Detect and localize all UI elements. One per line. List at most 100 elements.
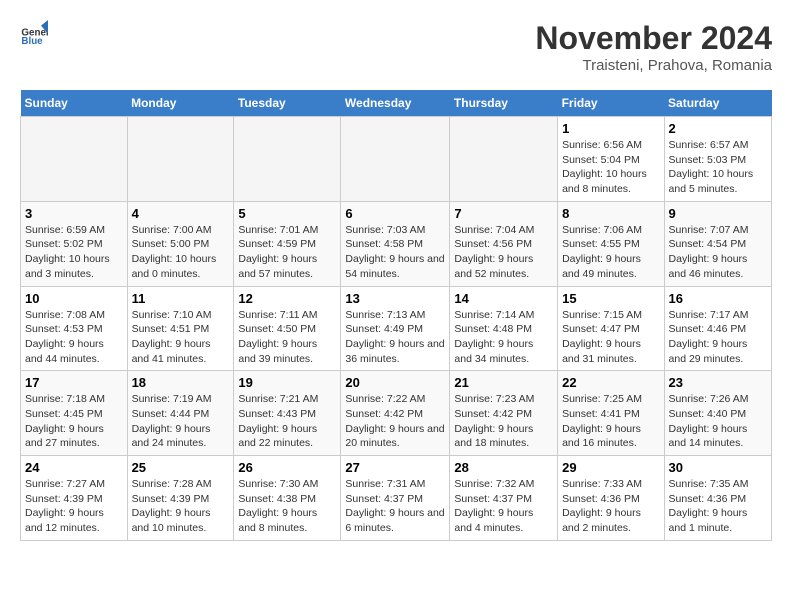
day-info: Sunrise: 7:15 AM Sunset: 4:47 PM Dayligh…: [562, 308, 659, 367]
calendar-day-cell: 11 Sunrise: 7:10 AM Sunset: 4:51 PM Dayli…: [127, 286, 234, 371]
day-info: Sunrise: 7:19 AM Sunset: 4:44 PM Dayligh…: [132, 392, 230, 451]
day-number: 13: [345, 291, 445, 306]
calendar-day-cell: 13 Sunrise: 7:13 AM Sunset: 4:49 PM Dayli…: [341, 286, 450, 371]
day-number: 8: [562, 206, 659, 221]
calendar-day-cell: 29 Sunrise: 7:33 AM Sunset: 4:36 PM Dayli…: [558, 456, 664, 541]
day-number: 9: [669, 206, 767, 221]
calendar-day-cell: 22Sunrise: 7:25 AM Sunset: 4:41 PM Dayli…: [558, 371, 664, 456]
day-info: Sunrise: 7:07 AM Sunset: 4:54 PM Dayligh…: [669, 223, 767, 282]
calendar-day-cell: [341, 117, 450, 202]
logo: General Blue: [20, 20, 48, 48]
day-number: 17: [25, 375, 123, 390]
day-of-week-header: Thursday: [450, 90, 558, 117]
calendar-day-cell: 21 Sunrise: 7:23 AM Sunset: 4:42 PM Dayli…: [450, 371, 558, 456]
day-number: 29: [562, 460, 659, 475]
day-info: Sunrise: 6:59 AM Sunset: 5:02 PM Dayligh…: [25, 223, 123, 282]
day-info: Sunrise: 7:00 AM Sunset: 5:00 PM Dayligh…: [132, 223, 230, 282]
calendar-week-row: 24Sunrise: 7:27 AM Sunset: 4:39 PM Dayli…: [21, 456, 772, 541]
day-info: Sunrise: 7:14 AM Sunset: 4:48 PM Dayligh…: [454, 308, 553, 367]
logo-icon: General Blue: [20, 20, 48, 48]
calendar-day-cell: 8 Sunrise: 7:06 AM Sunset: 4:55 PM Daylig…: [558, 201, 664, 286]
day-number: 12: [238, 291, 336, 306]
calendar-day-cell: 10 Sunrise: 7:08 AM Sunset: 4:53 PM Dayli…: [21, 286, 128, 371]
day-info: Sunrise: 7:03 AM Sunset: 4:58 PM Dayligh…: [345, 223, 445, 282]
calendar-day-cell: 25Sunrise: 7:28 AM Sunset: 4:39 PM Dayli…: [127, 456, 234, 541]
day-info: Sunrise: 7:18 AM Sunset: 4:45 PM Dayligh…: [25, 392, 123, 451]
day-info: Sunrise: 7:35 AM Sunset: 4:36 PM Dayligh…: [669, 477, 767, 536]
day-info: Sunrise: 7:10 AM Sunset: 4:51 PM Dayligh…: [132, 308, 230, 367]
day-number: 3: [25, 206, 123, 221]
calendar-week-row: 1Sunrise: 6:56 AM Sunset: 5:04 PM Daylig…: [21, 117, 772, 202]
day-info: Sunrise: 6:57 AM Sunset: 5:03 PM Dayligh…: [669, 138, 767, 197]
day-of-week-header: Wednesday: [341, 90, 450, 117]
day-info: Sunrise: 7:06 AM Sunset: 4:55 PM Dayligh…: [562, 223, 659, 282]
day-info: Sunrise: 7:33 AM Sunset: 4:36 PM Dayligh…: [562, 477, 659, 536]
day-of-week-header: Saturday: [664, 90, 771, 117]
calendar-day-cell: 14Sunrise: 7:14 AM Sunset: 4:48 PM Dayli…: [450, 286, 558, 371]
day-info: Sunrise: 7:23 AM Sunset: 4:42 PM Dayligh…: [454, 392, 553, 451]
calendar-day-cell: 4 Sunrise: 7:00 AM Sunset: 5:00 PM Daylig…: [127, 201, 234, 286]
calendar-day-cell: 20 Sunrise: 7:22 AM Sunset: 4:42 PM Dayli…: [341, 371, 450, 456]
day-info: Sunrise: 7:17 AM Sunset: 4:46 PM Dayligh…: [669, 308, 767, 367]
day-info: Sunrise: 7:22 AM Sunset: 4:42 PM Dayligh…: [345, 392, 445, 451]
day-info: Sunrise: 7:11 AM Sunset: 4:50 PM Dayligh…: [238, 308, 336, 367]
day-number: 21: [454, 375, 553, 390]
day-info: Sunrise: 7:13 AM Sunset: 4:49 PM Dayligh…: [345, 308, 445, 367]
day-info: Sunrise: 7:32 AM Sunset: 4:37 PM Dayligh…: [454, 477, 553, 536]
calendar-day-cell: 1Sunrise: 6:56 AM Sunset: 5:04 PM Daylig…: [558, 117, 664, 202]
day-number: 5: [238, 206, 336, 221]
calendar-week-row: 17 Sunrise: 7:18 AM Sunset: 4:45 PM Dayli…: [21, 371, 772, 456]
calendar-day-cell: 26Sunrise: 7:30 AM Sunset: 4:38 PM Dayli…: [234, 456, 341, 541]
calendar-week-row: 10 Sunrise: 7:08 AM Sunset: 4:53 PM Dayli…: [21, 286, 772, 371]
svg-text:Blue: Blue: [21, 36, 43, 47]
calendar-table: SundayMondayTuesdayWednesdayThursdayFrid…: [20, 90, 772, 541]
day-info: Sunrise: 7:04 AM Sunset: 4:56 PM Dayligh…: [454, 223, 553, 282]
day-of-week-header: Monday: [127, 90, 234, 117]
month-title: November 2024: [535, 20, 772, 57]
calendar-week-row: 3 Sunrise: 6:59 AM Sunset: 5:02 PM Daylig…: [21, 201, 772, 286]
day-info: Sunrise: 7:31 AM Sunset: 4:37 PM Dayligh…: [345, 477, 445, 536]
calendar-day-cell: 16 Sunrise: 7:17 AM Sunset: 4:46 PM Dayli…: [664, 286, 771, 371]
calendar-day-cell: 2 Sunrise: 6:57 AM Sunset: 5:03 PM Daylig…: [664, 117, 771, 202]
calendar-day-cell: 3 Sunrise: 6:59 AM Sunset: 5:02 PM Daylig…: [21, 201, 128, 286]
day-number: 20: [345, 375, 445, 390]
day-number: 24: [25, 460, 123, 475]
calendar-day-cell: 24Sunrise: 7:27 AM Sunset: 4:39 PM Dayli…: [21, 456, 128, 541]
calendar-day-cell: 5 Sunrise: 7:01 AM Sunset: 4:59 PM Daylig…: [234, 201, 341, 286]
day-number: 28: [454, 460, 553, 475]
calendar-day-cell: 27Sunrise: 7:31 AM Sunset: 4:37 PM Dayli…: [341, 456, 450, 541]
day-info: Sunrise: 7:26 AM Sunset: 4:40 PM Dayligh…: [669, 392, 767, 451]
title-area: November 2024 Traisteni, Prahova, Romani…: [535, 20, 772, 74]
day-info: Sunrise: 7:21 AM Sunset: 4:43 PM Dayligh…: [238, 392, 336, 451]
calendar-day-cell: 23 Sunrise: 7:26 AM Sunset: 4:40 PM Dayli…: [664, 371, 771, 456]
calendar-day-cell: 28 Sunrise: 7:32 AM Sunset: 4:37 PM Dayli…: [450, 456, 558, 541]
day-number: 22: [562, 375, 659, 390]
day-number: 19: [238, 375, 336, 390]
day-number: 16: [669, 291, 767, 306]
day-of-week-header: Tuesday: [234, 90, 341, 117]
calendar-day-cell: 9 Sunrise: 7:07 AM Sunset: 4:54 PM Daylig…: [664, 201, 771, 286]
calendar-day-cell: 7Sunrise: 7:04 AM Sunset: 4:56 PM Daylig…: [450, 201, 558, 286]
day-number: 4: [132, 206, 230, 221]
calendar-day-cell: 6 Sunrise: 7:03 AM Sunset: 4:58 PM Daylig…: [341, 201, 450, 286]
day-of-week-header: Sunday: [21, 90, 128, 117]
day-of-week-header: Friday: [558, 90, 664, 117]
day-number: 6: [345, 206, 445, 221]
day-number: 10: [25, 291, 123, 306]
day-info: Sunrise: 6:56 AM Sunset: 5:04 PM Dayligh…: [562, 138, 659, 197]
calendar-day-cell: 12 Sunrise: 7:11 AM Sunset: 4:50 PM Dayli…: [234, 286, 341, 371]
day-number: 25: [132, 460, 230, 475]
day-number: 23: [669, 375, 767, 390]
calendar-day-cell: [450, 117, 558, 202]
day-info: Sunrise: 7:08 AM Sunset: 4:53 PM Dayligh…: [25, 308, 123, 367]
calendar-day-cell: 18Sunrise: 7:19 AM Sunset: 4:44 PM Dayli…: [127, 371, 234, 456]
calendar-day-cell: 17 Sunrise: 7:18 AM Sunset: 4:45 PM Dayli…: [21, 371, 128, 456]
header: General Blue November 2024 Traisteni, Pr…: [20, 20, 772, 74]
subtitle: Traisteni, Prahova, Romania: [535, 57, 772, 74]
calendar-day-cell: [234, 117, 341, 202]
day-number: 2: [669, 121, 767, 136]
day-info: Sunrise: 7:01 AM Sunset: 4:59 PM Dayligh…: [238, 223, 336, 282]
day-number: 26: [238, 460, 336, 475]
day-number: 11: [132, 291, 230, 306]
calendar-day-cell: 30Sunrise: 7:35 AM Sunset: 4:36 PM Dayli…: [664, 456, 771, 541]
